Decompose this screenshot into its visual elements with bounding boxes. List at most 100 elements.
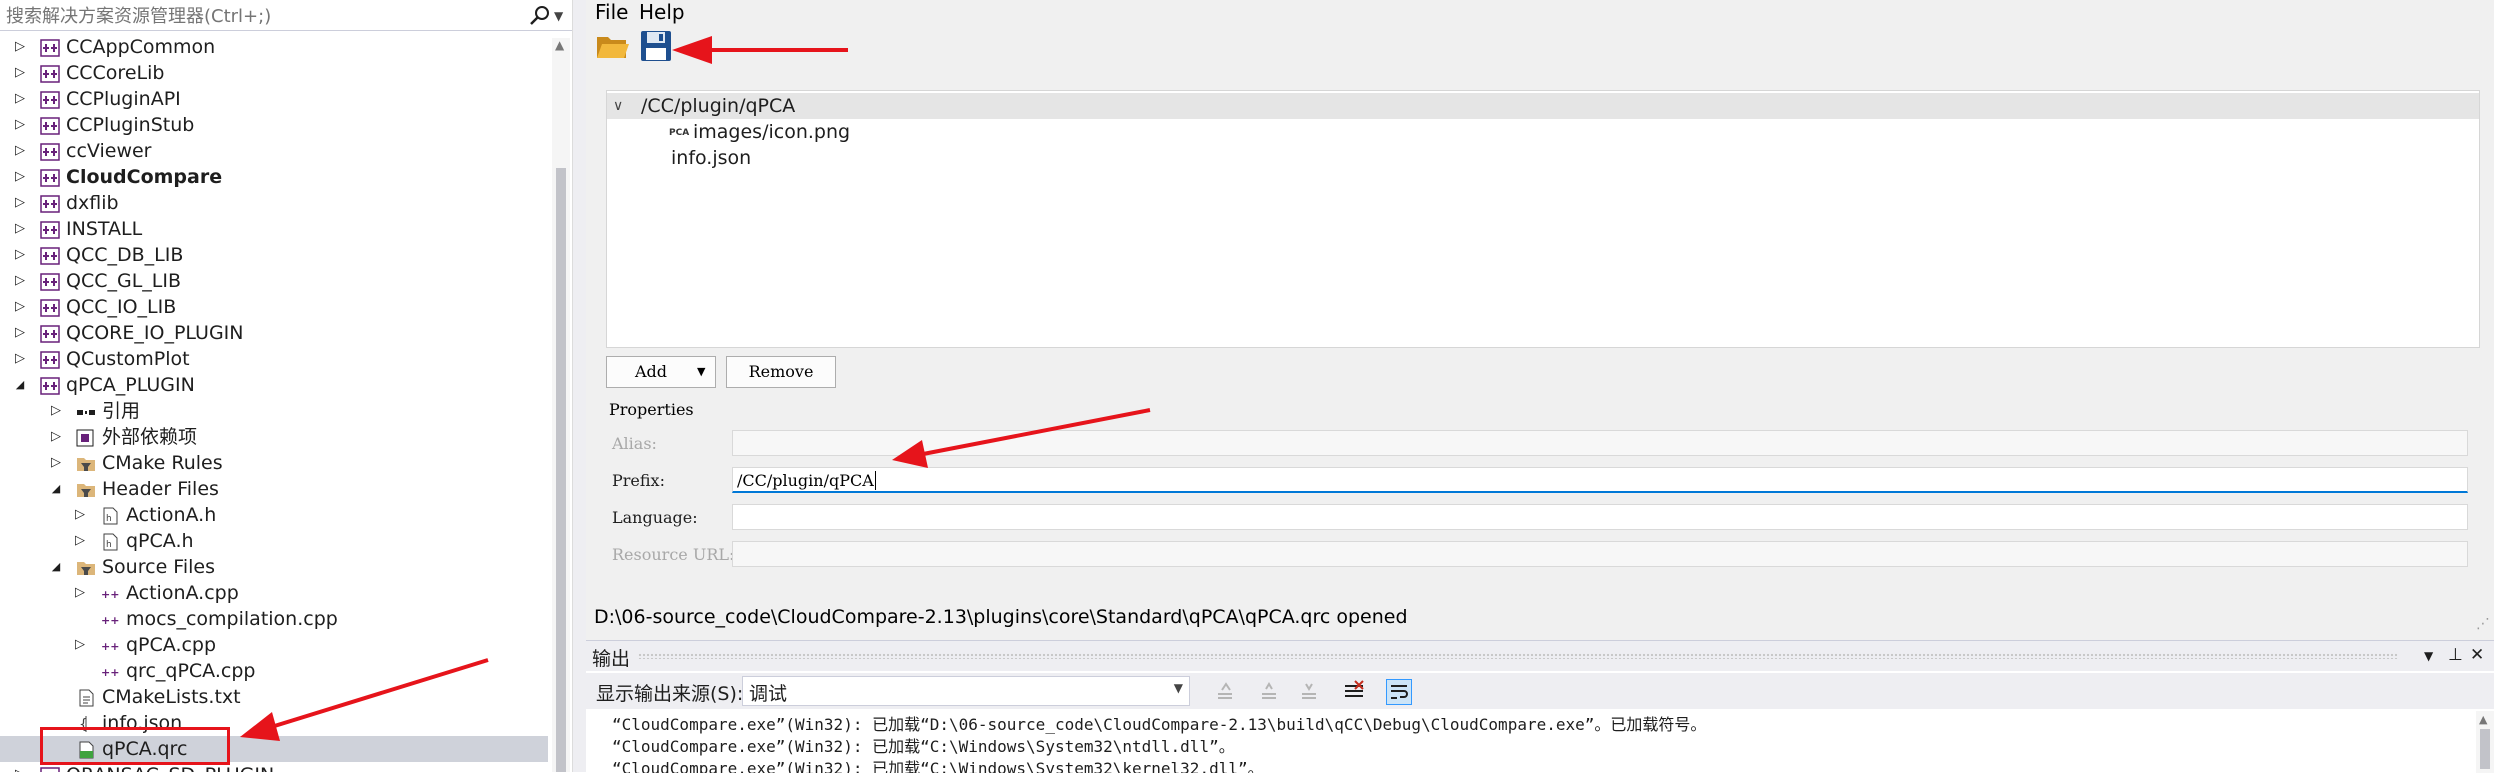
collapse-icon[interactable]: ∨: [613, 93, 623, 119]
expand-icon[interactable]: ▷: [12, 190, 28, 216]
expand-icon[interactable]: ▷: [12, 216, 28, 242]
expand-icon[interactable]: ▷: [72, 502, 88, 528]
close-icon[interactable]: ✕: [2470, 645, 2484, 665]
expand-icon[interactable]: ▷: [12, 762, 28, 772]
tree-item[interactable]: ++ mocs_compilation.cpp: [0, 606, 548, 632]
next-message-icon[interactable]: [1298, 679, 1322, 703]
language-field[interactable]: [732, 504, 2468, 530]
tree-prefix-row[interactable]: ∨ /CC/plugin/qPCA: [607, 93, 2479, 119]
alias-field[interactable]: [732, 430, 2468, 456]
window-position-chevron-icon[interactable]: ▼: [2424, 649, 2433, 663]
tree-item[interactable]: ◢ Header Files: [0, 476, 548, 502]
search-icon[interactable]: [528, 4, 552, 28]
tree-item[interactable]: ▷ QCC_DB_LIB: [0, 242, 548, 268]
tree-file-row[interactable]: info.json: [607, 145, 2479, 171]
expand-icon[interactable]: ▷: [12, 268, 28, 294]
expand-icon[interactable]: ▷: [12, 86, 28, 112]
search-options-chevron-icon[interactable]: ▼: [554, 4, 568, 28]
output-line: “CloudCompare.exe”(Win32): 已加载“C:\Window…: [612, 759, 1264, 773]
scroll-up-icon[interactable]: ▲: [2479, 713, 2487, 726]
collapse-icon[interactable]: ◢: [48, 476, 64, 502]
tree-item-label: qPCA.cpp: [126, 634, 217, 656]
expand-icon[interactable]: ▷: [48, 398, 64, 424]
tree-item-label: 引用: [102, 400, 141, 422]
expand-icon[interactable]: ▷: [12, 164, 28, 190]
tree-item[interactable]: ▷ CloudCompare: [0, 164, 548, 190]
remove-button[interactable]: Remove: [726, 356, 836, 388]
tree-item[interactable]: ▷ 外部依赖项: [0, 424, 548, 450]
expand-icon[interactable]: ▷: [12, 138, 28, 164]
filter-folder-icon: [76, 454, 96, 472]
expand-icon[interactable]: ▷: [12, 112, 28, 138]
tree-item-label: CCAppCommon: [66, 38, 216, 58]
tree-item[interactable]: ++ qrc_qPCA.cpp: [0, 658, 548, 684]
tree-item[interactable]: ▷ QCORE_IO_PLUGIN: [0, 320, 548, 346]
expand-icon[interactable]: ▷: [12, 294, 28, 320]
tree-item[interactable]: ◢ Source Files: [0, 554, 548, 580]
expand-icon[interactable]: ▷: [72, 632, 88, 658]
collapse-icon[interactable]: ◢: [12, 372, 28, 398]
tree-item[interactable]: ▷ INSTALL: [0, 216, 548, 242]
project-icon: [40, 90, 60, 109]
tree-item[interactable]: ▷ QCC_IO_LIB: [0, 294, 548, 320]
resource-url-field[interactable]: [732, 541, 2468, 567]
tree-item[interactable]: ▷ ccViewer: [0, 138, 548, 164]
add-button[interactable]: Add ▼: [606, 356, 716, 388]
tree-file-row[interactable]: PCA images/icon.png: [607, 119, 2479, 145]
prefix-label: Prefix:: [612, 471, 665, 490]
prefix-field[interactable]: /CC/plugin/qPCA: [732, 467, 2468, 493]
drag-handle[interactable]: [638, 653, 2398, 659]
output-text[interactable]: “CloudCompare.exe”(Win32): 已加载“D:\06-sou…: [586, 711, 2472, 773]
menu-file[interactable]: File: [595, 0, 628, 24]
output-scrollbar[interactable]: ▲: [2476, 711, 2494, 773]
vertical-scrollbar[interactable]: ▲: [552, 38, 570, 772]
folder-open-icon[interactable]: [594, 28, 630, 64]
tree-item[interactable]: ▷ ++ qPCA.cpp: [0, 632, 548, 658]
tree-item[interactable]: ▷ dxflib: [0, 190, 548, 216]
pin-icon[interactable]: ⊥: [2448, 645, 2463, 665]
scroll-up-icon[interactable]: ▲: [555, 38, 564, 52]
tree-item[interactable]: ▷ 引用: [0, 398, 548, 424]
tree-item[interactable]: ▷ QCustomPlot: [0, 346, 548, 372]
tree-item[interactable]: ▷ CMake Rules: [0, 450, 548, 476]
tree-item[interactable]: ▷ h qPCA.h: [0, 528, 548, 554]
menu-help[interactable]: Help: [639, 0, 685, 24]
scrollbar-thumb[interactable]: [556, 168, 566, 772]
word-wrap-toggle-icon[interactable]: [1386, 679, 1412, 705]
tree-item[interactable]: ◢ qPCA_PLUGIN: [0, 372, 548, 398]
filter-folder-icon: [76, 480, 96, 498]
clear-all-icon[interactable]: [1342, 679, 1366, 703]
expand-icon[interactable]: ▷: [48, 424, 64, 450]
tree-item[interactable]: ▷ CCPluginAPI: [0, 86, 548, 112]
expand-icon[interactable]: ▷: [12, 242, 28, 268]
expand-icon[interactable]: ▷: [48, 450, 64, 476]
project-icon: [40, 298, 60, 317]
floppy-disk-icon[interactable]: [638, 28, 674, 64]
expand-icon[interactable]: ▷: [72, 580, 88, 606]
expand-icon[interactable]: ▷: [12, 38, 28, 60]
header-file-icon: h: [100, 506, 120, 525]
tree-item[interactable]: CMakeLists.txt: [0, 684, 548, 710]
external-deps-icon: [76, 428, 96, 447]
collapse-icon[interactable]: ◢: [48, 554, 64, 580]
tree-item[interactable]: ▷ ++ ActionA.cpp: [0, 580, 548, 606]
tree-item[interactable]: ▷ CCAppCommon: [0, 38, 548, 60]
expand-icon[interactable]: ▷: [12, 60, 28, 86]
resize-grip-icon[interactable]: ⋰: [2476, 616, 2490, 632]
expand-icon[interactable]: ▷: [12, 346, 28, 372]
find-message-icon[interactable]: [1214, 679, 1238, 703]
previous-message-icon[interactable]: [1258, 679, 1282, 703]
expand-icon[interactable]: ▷: [72, 528, 88, 554]
tree-item[interactable]: ▷ CCPluginStub: [0, 112, 548, 138]
project-icon: [40, 168, 60, 187]
tree-item[interactable]: ▷ h ActionA.h: [0, 502, 548, 528]
tree-item-label: CMake Rules: [102, 452, 223, 474]
scrollbar-thumb[interactable]: [2480, 729, 2490, 769]
resource-tree[interactable]: ∨ /CC/plugin/qPCA PCA images/icon.png in…: [606, 90, 2480, 348]
tree-item[interactable]: ▷ QCC_GL_LIB: [0, 268, 548, 294]
output-source-select[interactable]: 调试 ▼: [742, 676, 1190, 706]
tree-item[interactable]: ▷ CCCoreLib: [0, 60, 548, 86]
search-input[interactable]: [4, 2, 508, 30]
pane-splitter[interactable]: [572, 0, 587, 772]
expand-icon[interactable]: ▷: [12, 320, 28, 346]
